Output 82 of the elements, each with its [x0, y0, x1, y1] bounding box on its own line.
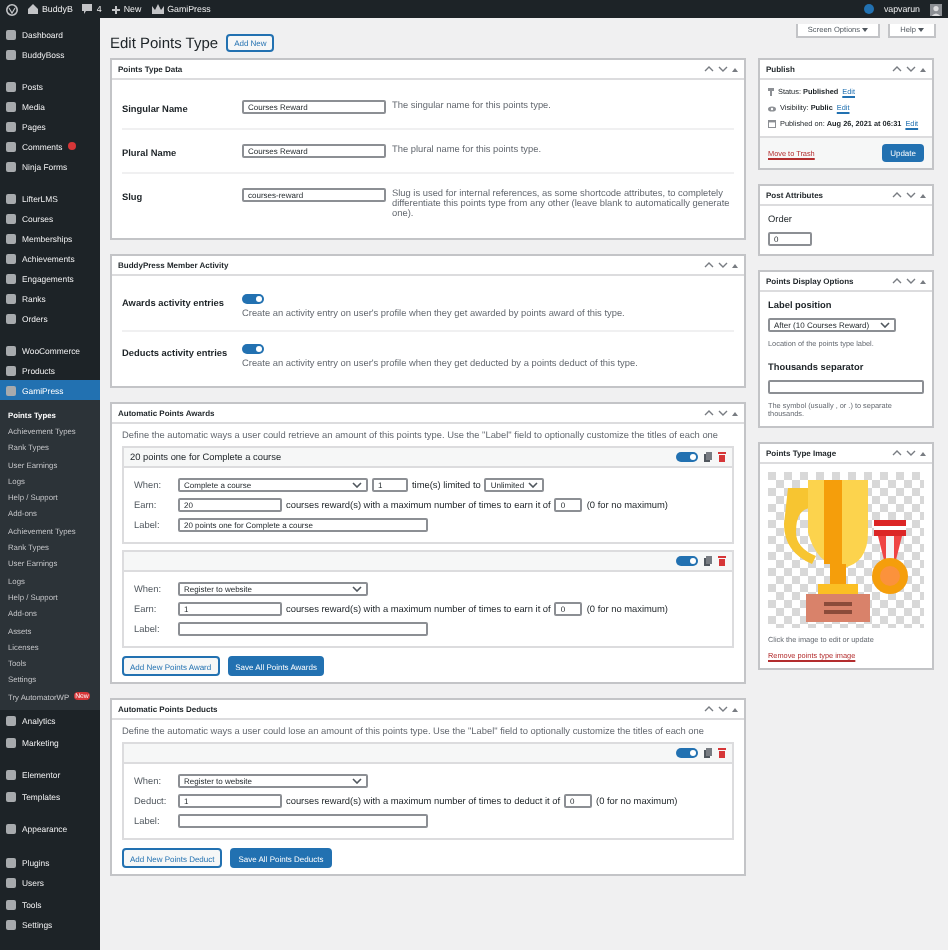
square-icon — [6, 273, 16, 283]
caret-up-icon[interactable] — [920, 193, 926, 197]
square-icon — [6, 49, 16, 59]
chevron-down-icon — [352, 482, 362, 488]
chevron-down-icon[interactable] — [906, 450, 916, 456]
chevron-down-icon — [880, 322, 890, 328]
toggle-switch[interactable] — [242, 344, 264, 354]
square-icon — [6, 81, 16, 91]
caret-up-icon[interactable] — [920, 451, 926, 455]
chevron-down-icon[interactable] — [718, 66, 728, 72]
chevron-up-icon[interactable] — [892, 192, 902, 198]
chevron-up-icon[interactable] — [892, 278, 902, 284]
toggle-switch[interactable] — [676, 748, 698, 758]
chevron-up-icon[interactable] — [704, 66, 714, 72]
caret-up-icon[interactable] — [732, 67, 738, 71]
avatar-icon[interactable] — [930, 3, 942, 15]
notification-badge — [68, 142, 77, 150]
square-icon — [6, 193, 16, 203]
square-icon — [6, 857, 16, 868]
toggle-switch[interactable] — [676, 556, 698, 566]
chevron-down-icon[interactable] — [906, 66, 916, 72]
square-icon — [6, 233, 16, 243]
square-icon — [6, 737, 16, 748]
logo-icon[interactable] — [6, 3, 18, 15]
chevron-down-icon[interactable] — [718, 410, 728, 416]
chevron-up-icon[interactable] — [704, 410, 714, 416]
caret-up-icon[interactable] — [732, 411, 738, 415]
text-field[interactable] — [178, 622, 428, 636]
chevron-up-icon[interactable] — [704, 706, 714, 712]
chevron-down-icon — [528, 482, 539, 488]
caret-up-icon[interactable] — [920, 67, 926, 71]
square-icon — [6, 29, 16, 39]
toggle-switch[interactable] — [242, 294, 264, 304]
square-icon — [6, 253, 16, 263]
chevron-down-icon — [352, 586, 362, 592]
copy-icon[interactable] — [704, 452, 712, 462]
square-icon — [6, 770, 16, 781]
chevron-up-icon[interactable] — [892, 66, 902, 72]
square-icon — [6, 791, 16, 802]
square-icon — [6, 878, 16, 889]
chevron-down-icon — [352, 778, 362, 784]
square-icon — [6, 161, 16, 171]
text-field[interactable] — [768, 380, 924, 394]
caret-down-icon — [918, 28, 924, 32]
trash-icon[interactable] — [718, 748, 726, 758]
square-icon — [6, 141, 16, 151]
square-icon — [6, 385, 16, 395]
toggle-switch[interactable] — [676, 452, 698, 462]
caret-up-icon[interactable] — [732, 707, 738, 711]
chevron-down-icon[interactable] — [718, 262, 728, 268]
house-icon[interactable] — [28, 4, 38, 14]
pin-icon — [768, 88, 774, 96]
chevron-down-icon[interactable] — [718, 706, 728, 712]
square-icon — [6, 293, 16, 303]
square-icon — [6, 101, 16, 111]
copy-icon[interactable] — [704, 556, 712, 566]
caret-up-icon[interactable] — [732, 263, 738, 267]
crown-icon[interactable] — [151, 4, 164, 14]
speech-bubble-icon[interactable] — [82, 4, 93, 14]
chevron-down-icon[interactable] — [906, 278, 916, 284]
calendar-icon — [768, 120, 776, 128]
eye-icon — [768, 105, 776, 111]
square-icon — [6, 365, 16, 375]
caret-up-icon[interactable] — [920, 279, 926, 283]
chevron-down-icon[interactable] — [906, 192, 916, 198]
square-icon — [6, 716, 16, 727]
square-icon — [6, 121, 16, 131]
square-icon — [6, 313, 16, 323]
square-icon — [6, 213, 16, 223]
trash-icon[interactable] — [718, 556, 726, 566]
copy-icon[interactable] — [704, 748, 712, 758]
text-field[interactable] — [178, 814, 428, 828]
caret-down-icon — [862, 28, 869, 32]
circle-icon[interactable] — [863, 4, 874, 14]
square-icon — [6, 345, 16, 355]
trash-icon[interactable] — [718, 452, 726, 462]
chevron-up-icon[interactable] — [704, 262, 714, 268]
square-icon — [6, 899, 16, 910]
chevron-up-icon[interactable] — [892, 450, 902, 456]
square-icon — [6, 824, 16, 835]
square-icon — [6, 920, 16, 931]
plus-icon[interactable] — [111, 5, 120, 13]
